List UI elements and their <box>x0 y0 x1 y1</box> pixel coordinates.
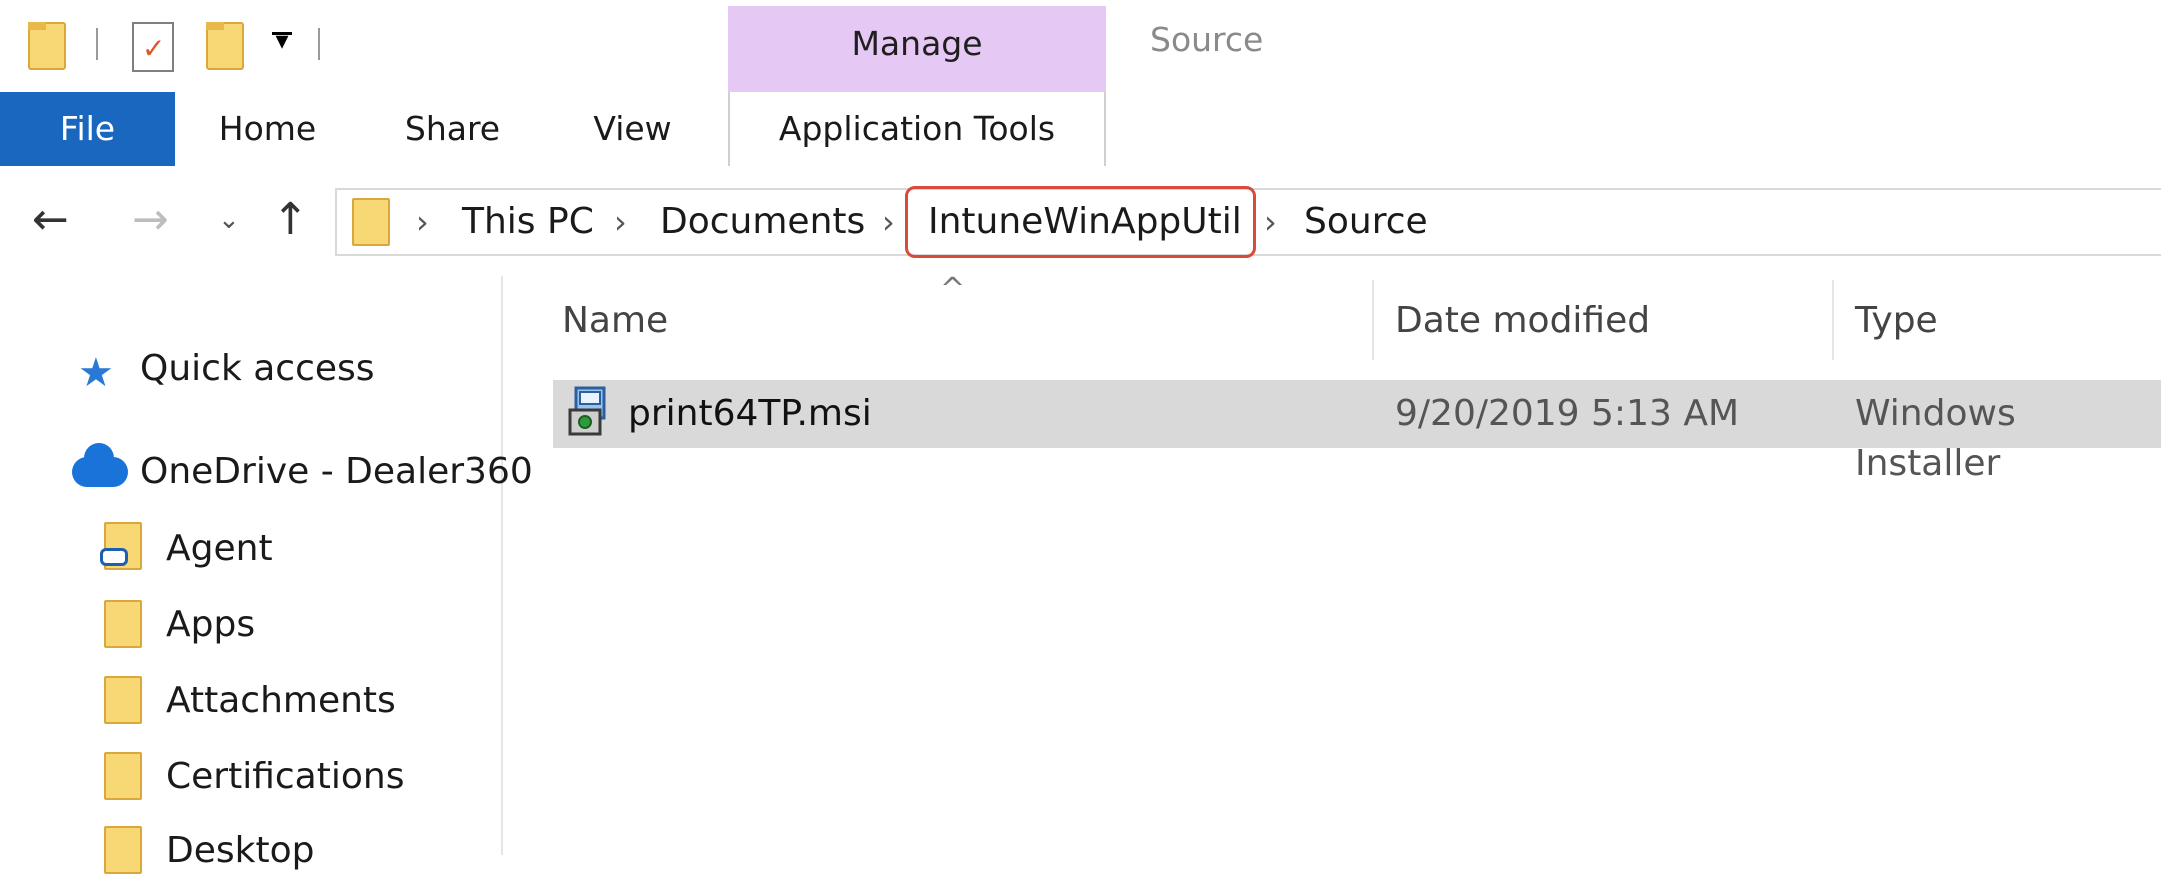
nav-item-quick-access[interactable]: Quick access <box>140 344 375 394</box>
folder-icon[interactable] <box>28 22 66 70</box>
folder-icon <box>104 752 142 800</box>
folder-icon <box>352 198 390 246</box>
separator <box>96 28 98 60</box>
window-title: Source <box>1150 20 1264 59</box>
back-icon[interactable]: ← <box>32 190 69 250</box>
recent-locations-chevron-down-icon[interactable]: ⌄ <box>218 190 240 250</box>
tab-view[interactable]: View <box>580 92 685 166</box>
nav-item-desktop[interactable]: Desktop <box>166 826 314 876</box>
up-icon[interactable]: ↑ <box>272 190 309 250</box>
breadcrumb-this-pc[interactable]: This PC <box>462 198 594 246</box>
breadcrumb-source[interactable]: Source <box>1304 198 1428 246</box>
nav-item-certifications[interactable]: Certifications <box>166 752 404 802</box>
tab-application-tools[interactable]: Application Tools <box>740 92 1094 166</box>
column-divider[interactable] <box>1372 280 1374 360</box>
file-date-modified: 9/20/2019 5:13 AM <box>1395 393 1740 434</box>
folder-icon <box>104 600 142 648</box>
breadcrumb-documents[interactable]: Documents <box>660 198 865 246</box>
column-header-date-modified[interactable]: Date modified <box>1395 296 1650 346</box>
forward-icon[interactable]: → <box>132 190 169 250</box>
tab-share[interactable]: Share <box>390 92 515 166</box>
highlight-annotation <box>905 186 1256 258</box>
folder-icon <box>104 676 142 724</box>
nav-item-agent[interactable]: Agent <box>166 524 273 574</box>
star-icon: ★ <box>78 350 114 396</box>
sort-ascending-icon: ^ <box>940 272 966 307</box>
chevron-right-icon[interactable]: › <box>614 198 627 246</box>
tab-file[interactable]: File <box>0 92 175 166</box>
new-folder-icon[interactable] <box>206 22 244 70</box>
file-type: Windows Installer <box>1855 393 2016 484</box>
file-name[interactable]: print64TP.msi <box>628 389 872 439</box>
cloud-icon <box>72 443 128 487</box>
properties-icon[interactable] <box>132 22 174 72</box>
column-header-name[interactable]: Name <box>562 296 668 346</box>
chevron-right-icon[interactable]: › <box>416 198 429 246</box>
nav-item-onedrive[interactable]: OneDrive - Dealer360 <box>140 447 533 497</box>
link-icon <box>100 548 128 566</box>
customize-toolbar-dropdown-icon[interactable]: ▾ <box>268 26 296 56</box>
column-header-type[interactable]: Type <box>1855 296 1938 346</box>
separator <box>318 28 320 60</box>
tab-home[interactable]: Home <box>200 92 335 166</box>
column-divider[interactable] <box>1832 280 1834 360</box>
nav-item-apps[interactable]: Apps <box>166 600 255 650</box>
chevron-right-icon[interactable]: › <box>1264 198 1277 246</box>
installer-package-icon <box>568 386 606 436</box>
chevron-right-icon[interactable]: › <box>882 198 895 246</box>
nav-item-attachments[interactable]: Attachments <box>166 676 396 726</box>
context-group-label: Manage <box>851 24 983 63</box>
folder-icon <box>104 826 142 874</box>
